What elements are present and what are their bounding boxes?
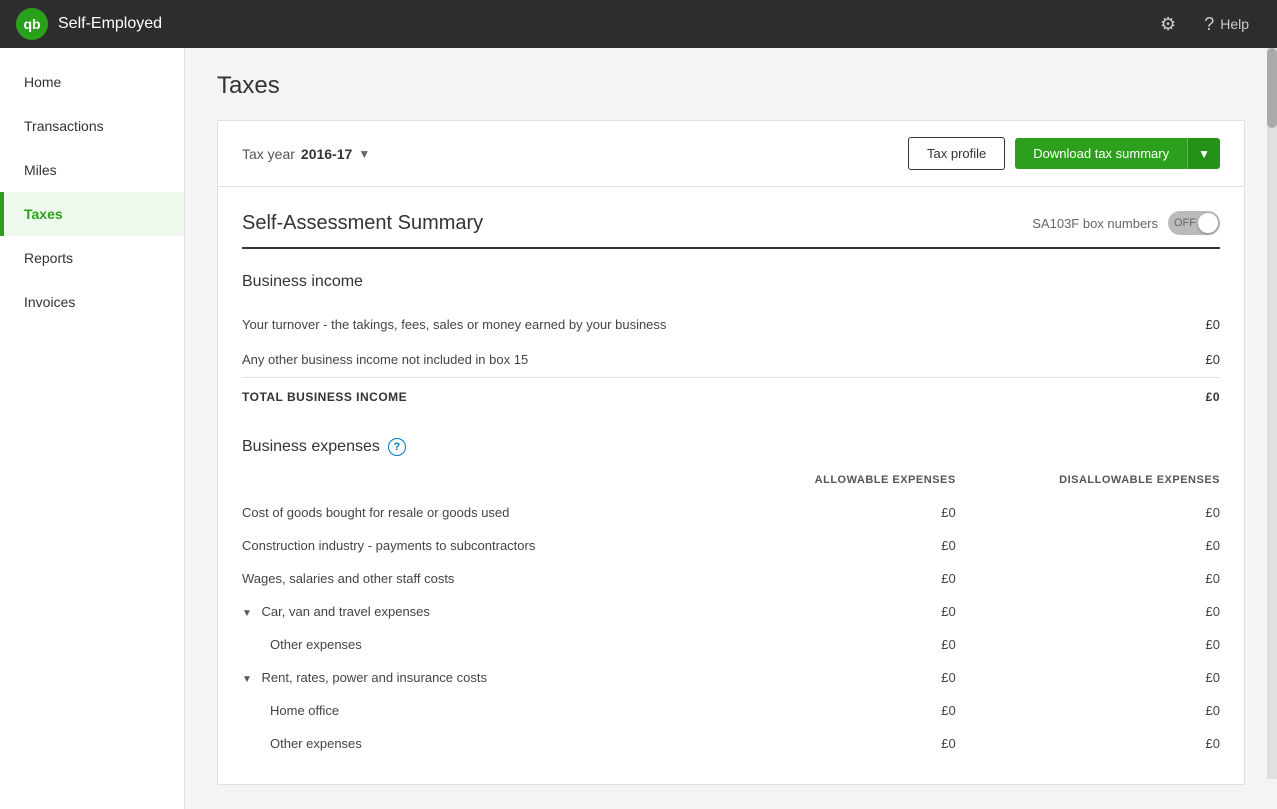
business-income-table: Your turnover - the takings, fees, sales… — [242, 307, 1220, 414]
topnav-brand: qb Self-Employed — [16, 8, 162, 40]
summary-section: Self-Assessment Summary SA103F box numbe… — [218, 187, 1244, 414]
tax-year-selector: Tax year 2016-17 ▼ — [242, 146, 370, 162]
expense-row-2-allowable: £0 — [724, 562, 956, 595]
expense-row-2: Wages, salaries and other staff costs £0… — [242, 562, 1220, 595]
chevron-down-icon[interactable]: ▼ — [358, 147, 370, 161]
expense-row-1-desc: Construction industry - payments to subc… — [242, 529, 724, 562]
expense-row-7-allowable: £0 — [724, 727, 956, 760]
tax-year-label: Tax year — [242, 146, 295, 162]
expense-row-1-disallowable: £0 — [956, 529, 1220, 562]
sidebar-item-home[interactable]: Home — [0, 60, 184, 104]
expense-row-6-desc: Home office — [242, 694, 724, 727]
app-title: Self-Employed — [58, 15, 162, 33]
help-circle-icon: ? — [1204, 14, 1214, 35]
expense-row-3[interactable]: ▼ Car, van and travel expenses £0 £0 — [242, 595, 1220, 628]
income-row-2-desc: Any other business income not included i… — [242, 342, 1188, 378]
business-expenses-section: Business expenses ? ALLOWABLE EXPENSES D… — [218, 438, 1244, 784]
sa103f-label: SA103F box numbers — [1032, 216, 1158, 231]
expense-row-6: Home office £0 £0 — [242, 694, 1220, 727]
toggle-knob — [1198, 213, 1218, 233]
toggle-off-label: OFF — [1174, 217, 1196, 229]
expense-row-4-allowable: £0 — [724, 628, 956, 661]
collapse-arrow-icon: ▼ — [242, 608, 252, 619]
qb-logo: qb — [16, 8, 48, 40]
download-dropdown-arrow[interactable]: ▼ — [1187, 138, 1220, 169]
expenses-col-disallowable: DISALLOWABLE EXPENSES — [956, 468, 1220, 496]
expense-row-1: Construction industry - payments to subc… — [242, 529, 1220, 562]
business-income-section: Business income Your turnover - the taki… — [242, 273, 1220, 414]
page-layout: Home Transactions Miles Taxes Reports In… — [0, 48, 1277, 809]
sa103f-controls: SA103F box numbers OFF — [1032, 211, 1220, 235]
expense-row-7: Other expenses £0 £0 — [242, 727, 1220, 760]
scrollbar[interactable] — [1267, 48, 1277, 779]
expense-row-4-desc: Other expenses — [242, 628, 724, 661]
expense-row-7-disallowable: £0 — [956, 727, 1220, 760]
sidebar-item-transactions[interactable]: Transactions — [0, 104, 184, 148]
expense-row-6-allowable: £0 — [724, 694, 956, 727]
page-title: Taxes — [217, 72, 1245, 100]
top-navigation: qb Self-Employed ⚙ ? Help — [0, 0, 1277, 48]
tax-year-actions: Tax profile Download tax summary ▼ — [908, 137, 1220, 170]
main-content: Taxes Tax year 2016-17 ▼ Tax profile Dow… — [185, 48, 1277, 809]
topnav-actions: ⚙ ? Help — [1148, 8, 1261, 41]
income-row-2-value: £0 — [1188, 342, 1220, 378]
sa103f-toggle[interactable]: OFF — [1168, 211, 1220, 235]
tax-profile-button[interactable]: Tax profile — [908, 137, 1005, 170]
scrollbar-thumb[interactable] — [1267, 48, 1277, 128]
income-total-value: £0 — [1188, 378, 1220, 415]
sidebar-item-reports[interactable]: Reports — [0, 236, 184, 280]
download-tax-summary-button[interactable]: Download tax summary — [1015, 138, 1187, 169]
expenses-col-description — [242, 468, 724, 496]
expenses-header: ALLOWABLE EXPENSES DISALLOWABLE EXPENSES — [242, 468, 1220, 496]
expense-row-0-desc: Cost of goods bought for resale or goods… — [242, 496, 724, 529]
expense-row-2-disallowable: £0 — [956, 562, 1220, 595]
expense-row-2-desc: Wages, salaries and other staff costs — [242, 562, 724, 595]
income-total-label: TOTAL BUSINESS INCOME — [242, 378, 1188, 415]
expense-row-0: Cost of goods bought for resale or goods… — [242, 496, 1220, 529]
expense-row-1-allowable: £0 — [724, 529, 956, 562]
business-income-title: Business income — [242, 273, 1220, 291]
tax-year-bar: Tax year 2016-17 ▼ Tax profile Download … — [218, 121, 1244, 187]
gear-icon: ⚙ — [1160, 14, 1176, 35]
income-total-row: TOTAL BUSINESS INCOME £0 — [242, 378, 1220, 415]
expense-row-0-allowable: £0 — [724, 496, 956, 529]
expense-row-0-disallowable: £0 — [956, 496, 1220, 529]
expenses-table: ALLOWABLE EXPENSES DISALLOWABLE EXPENSES… — [242, 468, 1220, 760]
expense-row-5-disallowable: £0 — [956, 661, 1220, 694]
sidebar: Home Transactions Miles Taxes Reports In… — [0, 48, 185, 809]
expenses-header-row: Business expenses ? — [242, 438, 1220, 456]
expenses-title: Business expenses — [242, 438, 380, 456]
expense-row-4-disallowable: £0 — [956, 628, 1220, 661]
expense-row-3-desc: ▼ Car, van and travel expenses — [242, 595, 724, 628]
expenses-col-allowable: ALLOWABLE EXPENSES — [724, 468, 956, 496]
settings-button[interactable]: ⚙ — [1148, 8, 1188, 41]
expense-row-4: Other expenses £0 £0 — [242, 628, 1220, 661]
download-button-group: Download tax summary ▼ — [1015, 138, 1220, 169]
sidebar-item-taxes[interactable]: Taxes — [0, 192, 184, 236]
help-button[interactable]: ? Help — [1192, 8, 1261, 41]
help-label: Help — [1220, 16, 1249, 32]
expense-row-7-desc: Other expenses — [242, 727, 724, 760]
expense-row-6-disallowable: £0 — [956, 694, 1220, 727]
expense-row-5[interactable]: ▼ Rent, rates, power and insurance costs… — [242, 661, 1220, 694]
expense-row-3-allowable: £0 — [724, 595, 956, 628]
summary-header: Self-Assessment Summary SA103F box numbe… — [242, 211, 1220, 249]
expense-row-3-disallowable: £0 — [956, 595, 1220, 628]
expense-row-5-allowable: £0 — [724, 661, 956, 694]
income-row-1-desc: Your turnover - the takings, fees, sales… — [242, 307, 1188, 342]
summary-title: Self-Assessment Summary — [242, 212, 483, 235]
expense-row-5-desc: ▼ Rent, rates, power and insurance costs — [242, 661, 724, 694]
tax-year-value: 2016-17 — [301, 146, 352, 162]
sidebar-item-invoices[interactable]: Invoices — [0, 280, 184, 324]
income-row-1: Your turnover - the takings, fees, sales… — [242, 307, 1220, 342]
collapse-arrow-icon-2: ▼ — [242, 674, 252, 685]
info-icon[interactable]: ? — [388, 438, 406, 456]
taxes-card: Tax year 2016-17 ▼ Tax profile Download … — [217, 120, 1245, 785]
sidebar-item-miles[interactable]: Miles — [0, 148, 184, 192]
income-row-2: Any other business income not included i… — [242, 342, 1220, 378]
income-row-1-value: £0 — [1188, 307, 1220, 342]
